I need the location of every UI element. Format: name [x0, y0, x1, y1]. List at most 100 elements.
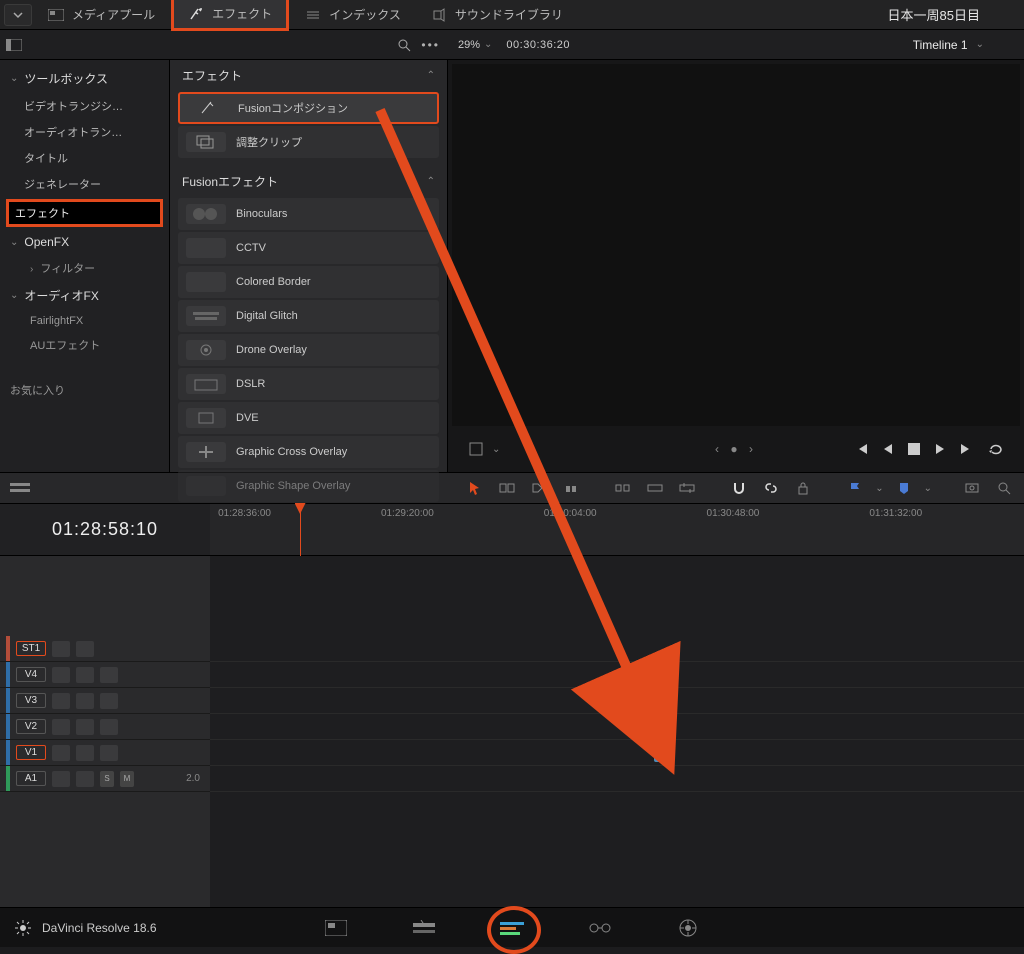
- sidebar-item-audio-trans[interactable]: オーディオトラン…: [0, 119, 169, 145]
- page-cut-icon[interactable]: [410, 914, 438, 942]
- lock-icon[interactable]: [52, 719, 70, 735]
- page-edit-icon[interactable]: [498, 914, 526, 942]
- fx-item-graphic-cross[interactable]: Graphic Cross Overlay: [178, 436, 439, 468]
- lock-icon[interactable]: [52, 693, 70, 709]
- viewer-stage[interactable]: [452, 64, 1020, 426]
- transform-icon[interactable]: [468, 441, 484, 457]
- fx-item-binoculars[interactable]: Binoculars: [178, 198, 439, 230]
- auto-select-icon[interactable]: [76, 745, 94, 761]
- viewer-panel: ⌄ ‹ ● ›: [448, 60, 1024, 472]
- sidebar-item-effects[interactable]: エフェクト: [6, 199, 163, 227]
- page-media-icon[interactable]: [322, 914, 350, 942]
- subtitle-icon[interactable]: [76, 641, 94, 657]
- sidebar-item-filter[interactable]: › フィルター: [0, 255, 169, 281]
- marker-icon[interactable]: [892, 476, 916, 500]
- snap-icon[interactable]: [727, 476, 751, 500]
- lock-icon[interactable]: [52, 745, 70, 761]
- loop-icon[interactable]: [988, 442, 1004, 456]
- lock-icon[interactable]: [52, 771, 70, 787]
- fx-item-colored-border[interactable]: Colored Border: [178, 266, 439, 298]
- mute-icon[interactable]: M: [120, 771, 134, 787]
- timeline-tracks-area[interactable]: [210, 556, 1024, 907]
- playhead-timecode[interactable]: 01:28:58:10: [0, 504, 210, 555]
- effects-browser-sidebar: ⌄ ツールボックス ビデオトランジシ… オーディオトラン… タイトル ジェネレー…: [0, 60, 170, 472]
- section-audiofx[interactable]: ⌄ オーディオFX: [0, 281, 169, 310]
- track-header-a1[interactable]: A1SM2.0: [0, 766, 210, 792]
- replace-clip-icon[interactable]: [675, 476, 699, 500]
- insert-clip-icon[interactable]: [611, 476, 635, 500]
- track-header-v4[interactable]: V4: [0, 662, 210, 688]
- panel-layout-icon[interactable]: [6, 39, 22, 51]
- chevron-down-icon[interactable]: ⌄: [924, 483, 932, 494]
- sidebar-item-generators[interactable]: ジェネレーター: [0, 171, 169, 197]
- fx-item-fusion-composition[interactable]: Fusionコンポジション: [178, 92, 439, 124]
- lock-icon[interactable]: [791, 476, 815, 500]
- dynamic-trim-icon[interactable]: [527, 476, 551, 500]
- track-header-st1[interactable]: ST1: [0, 636, 210, 662]
- track-header-v2[interactable]: V2: [0, 714, 210, 740]
- options-menu[interactable]: •••: [421, 38, 440, 52]
- tab-sound-library[interactable]: サウンドライブラリ: [417, 0, 577, 30]
- sidebar-item-fairlightfx[interactable]: FairlightFX: [0, 310, 169, 332]
- sidebar-item-titles[interactable]: タイトル: [0, 145, 169, 171]
- tab-label: インデックス: [329, 6, 401, 23]
- auto-select-icon[interactable]: [76, 693, 94, 709]
- fx-item-graphic-shape[interactable]: Graphic Shape Overlay: [178, 470, 439, 502]
- prev-frame-icon[interactable]: [882, 442, 894, 456]
- arrow-tool-icon[interactable]: [463, 476, 487, 500]
- fx-item-cctv[interactable]: CCTV: [178, 232, 439, 264]
- page-fusion-icon[interactable]: [586, 914, 614, 942]
- fx-item-digital-glitch[interactable]: Digital Glitch: [178, 300, 439, 332]
- page-color-icon[interactable]: [674, 914, 702, 942]
- fusion-clip[interactable]: [654, 746, 670, 762]
- video-icon[interactable]: [100, 693, 118, 709]
- section-openfx[interactable]: ⌄ OpenFX: [0, 229, 169, 255]
- lock-icon[interactable]: [52, 667, 70, 683]
- timeline-ruler[interactable]: 01:28:36:00 01:29:20:00 01:30:04:00 01:3…: [210, 504, 1024, 555]
- auto-select-icon[interactable]: [76, 719, 94, 735]
- track-header-v1[interactable]: V1: [0, 740, 210, 766]
- fx-item-drone-overlay[interactable]: Drone Overlay: [178, 334, 439, 366]
- auto-select-icon[interactable]: [76, 667, 94, 683]
- video-icon[interactable]: [100, 667, 118, 683]
- auto-select-icon[interactable]: [76, 771, 94, 787]
- overwrite-clip-icon[interactable]: [643, 476, 667, 500]
- fx-item-adjustment-clip[interactable]: 調整クリップ: [178, 126, 439, 158]
- stop-icon[interactable]: [908, 443, 920, 455]
- solo-icon[interactable]: S: [100, 771, 114, 787]
- video-icon[interactable]: [100, 719, 118, 735]
- section-label: OpenFX: [24, 235, 69, 249]
- chevron-down-icon[interactable]: ⌄: [492, 444, 500, 455]
- sidebar-item-video-trans[interactable]: ビデオトランジシ…: [0, 93, 169, 119]
- zoom-detail-icon[interactable]: [992, 476, 1016, 500]
- viewer-timecode[interactable]: 00:30:36:20: [506, 39, 570, 51]
- marker-nav[interactable]: ‹ ● ›: [715, 442, 757, 456]
- flag-icon[interactable]: [843, 476, 867, 500]
- trim-tool-icon[interactable]: [495, 476, 519, 500]
- timeline-selector[interactable]: Timeline 1 ⌄: [913, 38, 1024, 52]
- workspace-dropdown[interactable]: [4, 4, 32, 26]
- search-icon[interactable]: [397, 38, 411, 52]
- fx-header-fusion[interactable]: Fusionエフェクト ⌃: [170, 166, 447, 196]
- chevron-down-icon[interactable]: ⌄: [875, 483, 883, 494]
- tab-effects[interactable]: エフェクト: [171, 0, 289, 31]
- section-toolbox[interactable]: ⌄ ツールボックス: [0, 64, 169, 93]
- fx-header-effects[interactable]: エフェクト ⌃: [170, 60, 447, 90]
- last-frame-icon[interactable]: [960, 442, 974, 456]
- fx-item-dslr[interactable]: DSLR: [178, 368, 439, 400]
- zoom-fit-icon[interactable]: [960, 476, 984, 500]
- section-label: オーディオFX: [24, 287, 99, 304]
- link-icon[interactable]: [759, 476, 783, 500]
- sidebar-item-au-effects[interactable]: AUエフェクト: [0, 332, 169, 358]
- first-frame-icon[interactable]: [854, 442, 868, 456]
- lock-icon[interactable]: [52, 641, 70, 657]
- tab-index[interactable]: インデックス: [291, 0, 415, 30]
- timeline-view-icon[interactable]: [8, 476, 32, 500]
- fx-item-dve[interactable]: DVE: [178, 402, 439, 434]
- track-header-v3[interactable]: V3: [0, 688, 210, 714]
- zoom-control[interactable]: 29% ⌄: [458, 39, 492, 51]
- blade-tool-icon[interactable]: [559, 476, 583, 500]
- video-icon[interactable]: [100, 745, 118, 761]
- tab-media-pool[interactable]: メディアプール: [34, 0, 169, 30]
- play-icon[interactable]: [934, 442, 946, 456]
